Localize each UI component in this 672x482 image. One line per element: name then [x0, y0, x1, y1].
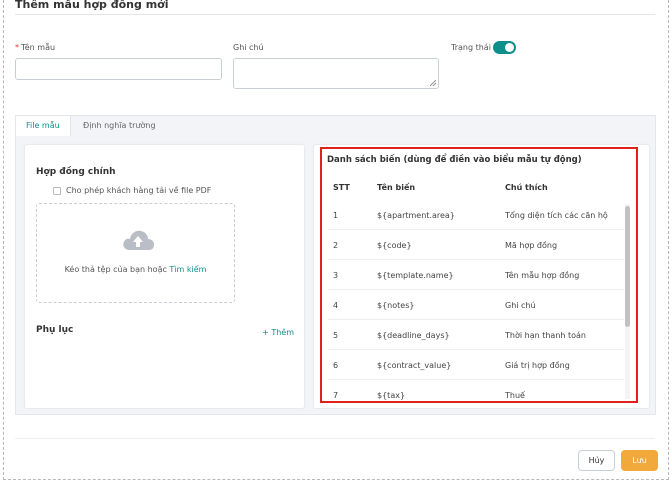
row-index: 7 — [333, 391, 339, 400]
plus-icon: + — [262, 328, 269, 337]
add-label: Thêm — [271, 328, 294, 337]
row-variable: ${tax} — [377, 391, 406, 400]
row-index: 6 — [333, 361, 339, 370]
required-mark: * — [15, 43, 19, 52]
cancel-button[interactable]: Hủy — [578, 450, 615, 471]
modal-title: Thêm mẫu hợp đồng mới — [15, 0, 169, 11]
name-input[interactable] — [15, 58, 222, 80]
variables-highlight: Danh sách biến (dùng để điền vào biểu mẫ… — [320, 147, 638, 403]
row-description: Thời hạn thanh toán — [505, 331, 586, 340]
row-description: Mã hợp đồng — [505, 241, 558, 250]
table-row: 5 ${deadline_days} Thời hạn thanh toán — [328, 320, 624, 350]
variables-scroll[interactable]: 1 ${apartment.area} Tổng diện tích các c… — [322, 149, 636, 401]
cloud-upload-icon — [123, 230, 154, 250]
row-variable: ${apartment.area} — [377, 211, 455, 220]
row-index: 4 — [333, 301, 339, 310]
table-row: 4 ${notes} Ghi chú — [328, 290, 624, 320]
status-label: Trạng thái — [451, 43, 491, 52]
add-appendix-button[interactable]: + Thêm — [262, 328, 294, 337]
main-contract-title: Hợp đồng chính — [36, 167, 116, 177]
toggle-knob — [505, 43, 514, 52]
name-label-text: Tên mẫu — [21, 43, 56, 52]
row-index: 1 — [333, 211, 339, 220]
table-row: 6 ${contract_value} Giá trị hợp đồng — [328, 350, 624, 380]
allow-pdf-label: Cho phép khách hàng tải về file PDF — [66, 186, 212, 195]
table-row: 7 ${tax} Thuế — [328, 380, 624, 401]
row-variable: ${code} — [377, 241, 412, 250]
tab-dinh-nghia-truong[interactable]: Định nghĩa trường — [73, 116, 166, 136]
row-variable: ${notes} — [377, 301, 415, 310]
row-variable: ${template.name} — [377, 271, 454, 280]
note-label: Ghi chú — [233, 43, 264, 52]
appendix-title: Phụ lục — [36, 325, 74, 335]
table-row: 1 ${apartment.area} Tổng diện tích các c… — [328, 200, 624, 230]
row-description: Tổng diện tích các căn hộ — [505, 211, 608, 220]
file-dropzone[interactable]: Kéo thả tệp của bạn hoặc Tìm kiếm — [36, 203, 235, 303]
row-description: Giá trị hợp đồng — [505, 361, 570, 370]
title-divider — [15, 14, 655, 15]
row-index: 3 — [333, 271, 339, 280]
table-row: 3 ${template.name} Tên mẫu hợp đồng — [328, 260, 624, 290]
browse-link[interactable]: Tìm kiếm — [169, 265, 206, 274]
row-description: Ghi chú — [505, 301, 536, 310]
row-variable: ${deadline_days} — [377, 331, 450, 340]
save-button[interactable]: Lưu — [621, 450, 658, 471]
resize-handle-icon[interactable] — [430, 80, 436, 86]
status-toggle[interactable] — [493, 41, 516, 54]
footer-divider — [15, 438, 655, 439]
row-description: Thuế — [505, 391, 525, 400]
row-variable: ${contract_value} — [377, 361, 452, 370]
row-index: 2 — [333, 241, 339, 250]
row-description: Tên mẫu hợp đồng — [505, 271, 580, 280]
scrollbar-thumb[interactable] — [625, 206, 630, 327]
note-textarea[interactable] — [233, 58, 439, 89]
row-index: 5 — [333, 331, 339, 340]
table-row: 2 ${code} Mã hợp đồng — [328, 230, 624, 260]
drop-text: Kéo thả tệp của bạn hoặc — [64, 265, 167, 274]
drop-instruction: Kéo thả tệp của bạn hoặc Tìm kiếm — [37, 265, 234, 274]
file-panel: Hợp đồng chính Cho phép khách hàng tải v… — [25, 145, 304, 408]
name-label: * Tên mẫu — [15, 43, 55, 52]
allow-pdf-checkbox[interactable] — [53, 187, 61, 195]
tab-file-mau[interactable]: File mẫu — [16, 116, 71, 136]
